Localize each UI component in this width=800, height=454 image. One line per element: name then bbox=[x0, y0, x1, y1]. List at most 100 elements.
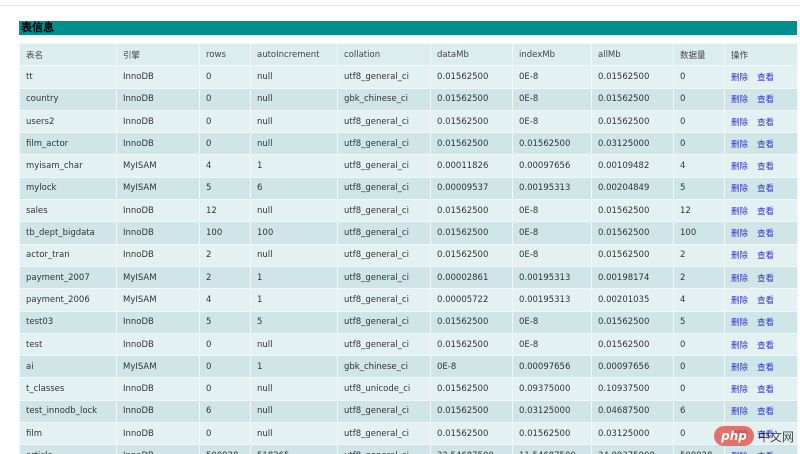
cell-rows: 2 bbox=[199, 243, 251, 267]
view-link[interactable]: 查看 bbox=[757, 385, 774, 395]
cell-collation: utf8_general_ci bbox=[337, 310, 431, 334]
cell-row-count: 0 bbox=[673, 65, 725, 89]
cell-collation: utf8_general_ci bbox=[337, 132, 431, 156]
view-link[interactable]: 查看 bbox=[757, 274, 774, 284]
delete-link[interactable]: 删除 bbox=[731, 385, 748, 395]
cell-auto-increment: null bbox=[250, 87, 338, 111]
cell-table-name: test bbox=[19, 332, 117, 357]
delete-link[interactable]: 删除 bbox=[731, 140, 748, 150]
table-info: 表名 引擎 rows autoIncrement collation dataMb inde… bbox=[19, 42, 798, 454]
cell-table-name: payment_2007 bbox=[19, 265, 117, 290]
cell-actions: 删除查看 bbox=[724, 199, 798, 223]
delete-link[interactable]: 删除 bbox=[731, 73, 748, 83]
cell-actions: 删除查看 bbox=[724, 288, 798, 312]
cell-rows: 0 bbox=[199, 87, 251, 111]
view-link[interactable]: 查看 bbox=[757, 162, 774, 172]
cell-table-name: mylock bbox=[19, 176, 117, 201]
cell-data-mb: 0.01562500 bbox=[430, 109, 513, 134]
cell-data-mb: 0.01562500 bbox=[430, 399, 513, 424]
cell-rows: 0 bbox=[199, 65, 251, 89]
delete-link[interactable]: 删除 bbox=[731, 341, 748, 351]
cell-row-count: 0 bbox=[673, 109, 725, 134]
cell-collation: utf8_general_ci bbox=[337, 444, 431, 454]
cell-all-mb: 0.00204849 bbox=[591, 176, 674, 201]
cell-rows: 100 bbox=[199, 221, 251, 245]
cell-actions: 删除查看 bbox=[724, 109, 798, 134]
cell-auto-increment: 1 bbox=[250, 288, 338, 312]
delete-link[interactable]: 删除 bbox=[731, 251, 748, 261]
delete-link[interactable]: 删除 bbox=[731, 363, 748, 373]
view-link[interactable]: 查看 bbox=[757, 73, 774, 83]
delete-link[interactable]: 删除 bbox=[731, 274, 748, 284]
delete-link[interactable]: 删除 bbox=[731, 184, 748, 194]
cell-auto-increment: null bbox=[250, 332, 338, 357]
cell-collation: gbk_chinese_ci bbox=[337, 355, 431, 379]
cell-actions: 删除查看 bbox=[724, 265, 798, 290]
delete-link[interactable]: 删除 bbox=[731, 318, 748, 328]
cell-table-name: users2 bbox=[19, 109, 117, 134]
table-row: sales InnoDB 12 null utf8_general_ci 0.015625… bbox=[19, 199, 798, 223]
section-title: 表信息 bbox=[19, 21, 797, 35]
cell-collation: utf8_general_ci bbox=[337, 65, 431, 89]
cell-actions: 删除查看 bbox=[724, 355, 798, 379]
delete-link[interactable]: 删除 bbox=[731, 118, 748, 128]
cell-rows: 0 bbox=[199, 332, 251, 357]
cell-data-mb: 0.01562500 bbox=[430, 199, 513, 223]
table-row: users2 InnoDB 0 null utf8_general_ci 0.015625… bbox=[19, 109, 798, 134]
cell-auto-increment: 1 bbox=[250, 154, 338, 178]
delete-link[interactable]: 删除 bbox=[731, 162, 748, 172]
view-link[interactable]: 查看 bbox=[757, 318, 774, 328]
table-row: mylock MyISAM 5 6 utf8_general_ci 0.00009537 0… bbox=[19, 176, 798, 201]
view-link[interactable]: 查看 bbox=[757, 95, 774, 105]
cell-engine: InnoDB bbox=[116, 243, 200, 267]
cell-collation: utf8_general_ci bbox=[337, 243, 431, 267]
delete-link[interactable]: 删除 bbox=[731, 407, 748, 417]
cell-engine: InnoDB bbox=[116, 377, 200, 401]
view-link[interactable]: 查看 bbox=[757, 251, 774, 261]
column-header-all-mb: allMb bbox=[591, 42, 674, 67]
delete-link[interactable]: 删除 bbox=[731, 95, 748, 105]
cell-table-name: ai bbox=[19, 355, 117, 379]
cell-actions: 删除查看 bbox=[724, 310, 798, 334]
view-link[interactable]: 查看 bbox=[757, 407, 774, 417]
cell-collation: utf8_general_ci bbox=[337, 154, 431, 178]
view-link[interactable]: 查看 bbox=[757, 363, 774, 373]
column-header-collation: collation bbox=[337, 42, 431, 67]
cell-all-mb: 0.00201035 bbox=[591, 288, 674, 312]
delete-link[interactable]: 删除 bbox=[731, 229, 748, 239]
cell-auto-increment: 518265 bbox=[250, 444, 338, 454]
cell-rows: 0 bbox=[199, 132, 251, 156]
cell-auto-increment: null bbox=[250, 377, 338, 401]
cell-actions: 删除查看 bbox=[724, 243, 798, 267]
cell-engine: InnoDB bbox=[116, 87, 200, 111]
view-link[interactable]: 查看 bbox=[757, 207, 774, 217]
view-link[interactable]: 查看 bbox=[757, 118, 774, 128]
view-link[interactable]: 查看 bbox=[757, 184, 774, 194]
delete-link[interactable]: 删除 bbox=[731, 296, 748, 306]
cell-index-mb: 0.01562500 bbox=[512, 132, 592, 156]
table-row: ai MyISAM 0 1 gbk_chinese_ci 0E-8 0.00097656 0.… bbox=[19, 355, 798, 379]
cell-rows: 5 bbox=[199, 310, 251, 334]
cell-row-count: 6 bbox=[673, 399, 725, 424]
table-row: test03 InnoDB 5 5 utf8_general_ci 0.01562500 0… bbox=[19, 310, 798, 334]
cell-all-mb: 0.01562500 bbox=[591, 109, 674, 134]
cell-index-mb: 0E-8 bbox=[512, 243, 592, 267]
cell-row-count: 0 bbox=[673, 377, 725, 401]
cell-actions: 删除查看 bbox=[724, 154, 798, 178]
cell-all-mb: 0.10937500 bbox=[591, 377, 674, 401]
page: 表信息 表名 引擎 rows autoIncrement collation dataMb… bbox=[0, 0, 800, 454]
cell-rows: 4 bbox=[199, 288, 251, 312]
view-link[interactable]: 查看 bbox=[757, 296, 774, 306]
cell-auto-increment: null bbox=[250, 199, 338, 223]
cell-row-count: 2 bbox=[673, 243, 725, 267]
view-link[interactable]: 查看 bbox=[757, 229, 774, 239]
delete-link[interactable]: 删除 bbox=[731, 207, 748, 217]
cell-data-mb: 0.01562500 bbox=[430, 422, 513, 446]
view-link[interactable]: 查看 bbox=[757, 140, 774, 150]
cell-index-mb: 0.00195313 bbox=[512, 265, 592, 290]
cell-rows: 0 bbox=[199, 355, 251, 379]
view-link[interactable]: 查看 bbox=[757, 341, 774, 351]
cell-table-name: sales bbox=[19, 199, 117, 223]
cell-row-count: 5 bbox=[673, 310, 725, 334]
cell-all-mb: 34.09375000 bbox=[591, 444, 674, 454]
